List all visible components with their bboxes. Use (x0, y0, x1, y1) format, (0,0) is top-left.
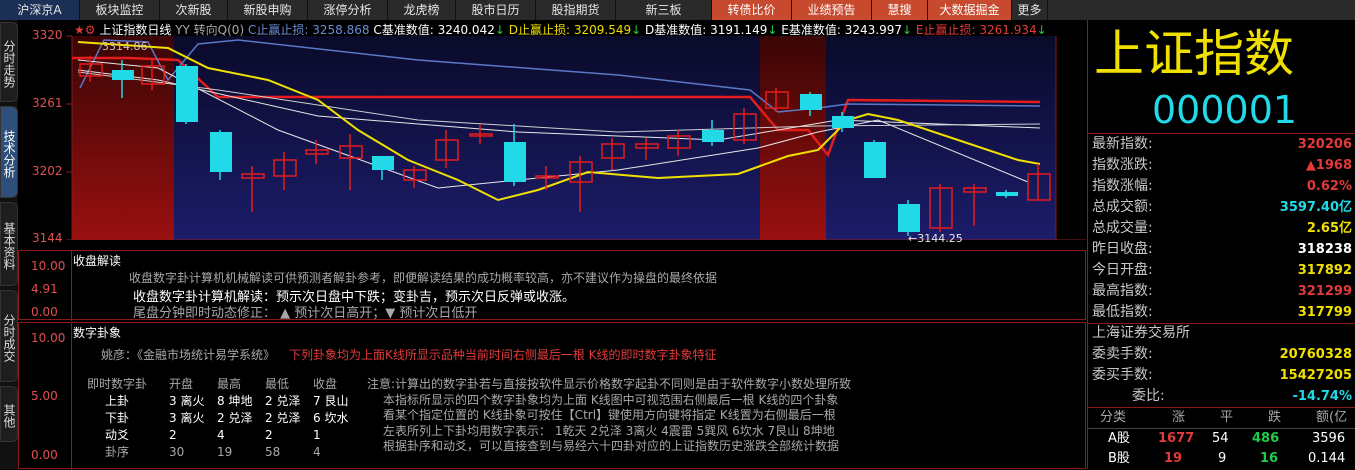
kline-chart[interactable]: 3320 3261 3202 3144 3314.86 ←3144.25 ★⚙ … (18, 20, 1086, 245)
legend-e-base: 3243.997 (844, 23, 903, 37)
low-price-note: ←3144.25 (908, 232, 963, 245)
legend-c-base-label: C基准数值: (373, 23, 434, 37)
side-tab-technical[interactable]: 技术分析 (0, 106, 18, 198)
y-tick-3144: 3144 (32, 231, 63, 245)
quote-turnover: 总成交额: 3597.40亿 (1092, 199, 1352, 215)
quote-low: 最低指数: 317799 (1092, 304, 1352, 320)
closing-tail: 尾盘分钟即时动态修正： ▲ 预计次日高开；▼ 预计次日低开 (133, 306, 478, 321)
nav-tab-new-stocks[interactable]: 次新股 (160, 0, 228, 20)
gua-row-order: 卦序 30 19 58 4 (105, 444, 321, 460)
nav-tab-limit-up-analysis[interactable]: 涨停分析 (308, 0, 388, 20)
closing-axis-10: 10.00 (31, 259, 66, 273)
quote-open: 今日开盘: 317892 (1092, 262, 1352, 278)
nav-tab-more[interactable]: 更多 (1012, 0, 1048, 20)
nav-tab-hushenjing-a[interactable]: 沪深京A (0, 0, 80, 20)
gua-notes: 注意:计算出的数字卦若与直接按软件显示价格数字起卦不同则是由于软件数字小数处理所… (367, 377, 852, 453)
nav-tab-smart-search[interactable]: 慧搜 (872, 0, 928, 20)
quote-change-pct: 指数涨幅: 0.62% (1092, 178, 1352, 194)
nav-tab-ipo-subscribe[interactable]: 新股申购 (228, 0, 308, 20)
gear-icon[interactable]: ⚙ (85, 23, 96, 37)
gua-title: 数字卦象 (73, 326, 122, 340)
closing-title: 收盘解读 (73, 254, 122, 268)
closing-interpretation-panel: 10.00 4.91 0.00 收盘解读 收盘数字卦计算机机械解读可供预测者解卦… (18, 250, 1086, 321)
closing-desc: 收盘数字卦计算机机械解读可供预测者解卦参考，即便解读结果的成功概率较高，亦不建议… (129, 271, 718, 285)
y-tick-3261: 3261 (32, 96, 63, 110)
hexagram-panel: 10.00 5.00 0.00 数字卦象 姚彦：《金融市场统计易学系统》 下列卦… (18, 322, 1086, 470)
side-tab-bar: 分时走势 技术分析 基本资料 分时成交 其他 (0, 20, 18, 469)
legend-d-base-label: D基准数值: (645, 23, 707, 37)
gua-red-note: 下列卦象均为上面K线所显示品种当前时间右侧最后一根 K线的即时数字卦象特征 (289, 348, 717, 362)
legend-c-stop: 3258.868 (312, 23, 370, 37)
gua-header-col: 即时数字卦 (87, 377, 148, 391)
nav-tab-sector-monitor[interactable]: 板块监控 (80, 0, 160, 20)
legend-d-stop: 3209.549 (573, 23, 632, 37)
exchange-name: 上海证券交易所 (1092, 325, 1190, 341)
high-price-note: 3314.86 (102, 40, 148, 53)
gua-axis-0: 0.00 (31, 448, 58, 462)
quote-prev-close: 昨日收盘: 318238 (1092, 241, 1352, 257)
y-tick-3320: 3320 (32, 28, 63, 42)
quote-panel: 上证指数 000001 最新指数: 320206 指数涨跌: ▲1968 指数涨幅:… (1087, 20, 1355, 469)
gua-header-low: 最低 (265, 377, 290, 391)
legend-e-stop: 3261.934 (979, 23, 1037, 37)
quote-volume: 总成交量: 2.65亿 (1092, 220, 1352, 236)
legend-e-base-label: E基准数值: (781, 23, 841, 37)
quote-sell-lots: 委卖手数: 20760328 (1092, 346, 1352, 362)
index-name: 上证指数 (1094, 25, 1294, 83)
gua-row-lower: 下卦 3 离火 2 兑泽 2 兑泽 6 坎水 (105, 411, 349, 425)
nav-tab-big-data[interactable]: 大数据掘金 (928, 0, 1012, 20)
closing-axis-0: 0.00 (31, 305, 58, 319)
nav-tab-market-calendar[interactable]: 股市日历 (456, 0, 536, 20)
chart-legend: ★⚙ 上证指数日线 YY 转向Q(0) C止赢止损: 3258.868 C基准数… (74, 23, 1047, 37)
breadth-b-share: B股 (1108, 451, 1130, 466)
quote-high: 最高指数: 321299 (1092, 283, 1352, 299)
gua-header-open: 开盘 (169, 377, 194, 391)
legend-c-stop-label: C止赢止损: (247, 23, 309, 37)
legend-e-stop-label: E止赢止损: (915, 23, 976, 37)
nav-tab-new-third-board[interactable]: 新三板 (616, 0, 712, 20)
gua-header-high: 最高 (217, 377, 242, 391)
side-tab-intraday[interactable]: 分时走势 (0, 22, 18, 102)
side-tab-trades[interactable]: 分时成交 (0, 290, 18, 382)
kline-canvas (66, 35, 1086, 240)
gua-header-close: 收盘 (313, 377, 338, 391)
quote-order-ratio: 委比: -14.74% (1132, 388, 1352, 404)
nav-tab-index-futures[interactable]: 股指期货 (536, 0, 616, 20)
closing-axis-491: 4.91 (31, 282, 58, 296)
legend-d-stop-label: D止赢止损: (508, 23, 571, 37)
red-zone-mid (760, 36, 826, 240)
gua-row-moving: 动爻 2 4 2 1 (105, 427, 321, 443)
nav-tab-earnings-forecast[interactable]: 业绩预告 (792, 0, 872, 20)
gua-axis-10: 10.00 (31, 331, 66, 345)
quote-change: 指数涨跌: ▲1968 (1092, 157, 1352, 173)
quote-latest: 最新指数: 320206 (1092, 136, 1352, 152)
chart-title: 上证指数日线 (99, 23, 172, 37)
market-breadth-table: 分类 涨 平 跌 额(亿 A股 1677 54 486 3596 B股 19 9… (1088, 408, 1355, 468)
gua-axis-5: 5.00 (31, 389, 58, 403)
gua-author: 姚彦：《金融市场统计易学系统》 (101, 348, 276, 362)
legend-c-base: 3240.042 (437, 23, 495, 37)
quote-buy-lots: 委买手数: 15427205 (1092, 367, 1352, 383)
breadth-a-share: A股 (1108, 431, 1130, 446)
legend-d-base: 3191.149 (710, 23, 768, 37)
nav-tab-convertible-bonds[interactable]: 转债比价 (712, 0, 792, 20)
side-tab-fundamentals[interactable]: 基本资料 (0, 202, 18, 286)
gua-row-upper: 上卦 3 离火 8 坤地 2 兑泽 7 艮山 (105, 394, 349, 408)
top-nav: 沪深京A 板块监控 次新股 新股申购 涨停分析 龙虎榜 股市日历 股指期货 新三… (0, 0, 1355, 20)
legend-yy: YY 转向Q(0) (175, 23, 245, 37)
gua-table: 即时数字卦 开盘 最高 最低 收盘 上卦 3 离火 8 坤地 2 兑泽 7 艮山 下卦 3… (87, 375, 361, 460)
side-tab-other[interactable]: 其他 (0, 386, 18, 442)
y-tick-3202: 3202 (32, 164, 63, 178)
index-code: 000001 (1152, 88, 1298, 132)
star-icon[interactable]: ★ (74, 23, 85, 37)
nav-tab-dragon-tiger[interactable]: 龙虎榜 (388, 0, 456, 20)
